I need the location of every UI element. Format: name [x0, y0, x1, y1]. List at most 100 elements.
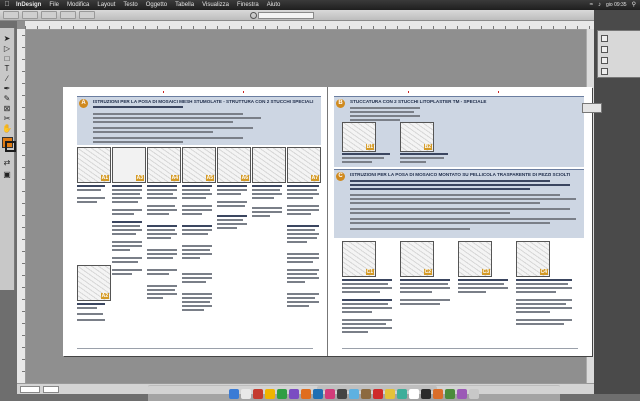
dock-app-icon[interactable] — [277, 388, 287, 399]
text-line — [112, 221, 142, 223]
dock-app-icon[interactable] — [289, 388, 299, 399]
dock-app-icon[interactable] — [397, 388, 407, 399]
wifi-icon[interactable]: ≈ — [590, 0, 593, 10]
horizontal-ruler[interactable] — [25, 21, 594, 30]
panel-row[interactable] — [601, 34, 638, 43]
figure-c3[interactable]: C3 — [458, 241, 492, 277]
pencil-tool-icon[interactable]: ✎ — [2, 94, 12, 104]
volume-icon[interactable]: ♪ — [598, 0, 601, 10]
dock-app-icon[interactable] — [373, 388, 383, 399]
menu-edit[interactable]: Modifica — [67, 0, 89, 10]
stroke-swatch[interactable] — [5, 141, 16, 152]
dock-app-icon[interactable] — [313, 388, 323, 399]
left-page[interactable]: A ISTRUZIONI PER LA POSA DI MOSAICI MESH… — [63, 87, 327, 356]
dock-app-icon[interactable] — [385, 388, 395, 399]
rectangle-frame-tool-icon[interactable]: ⊠ — [2, 104, 12, 114]
clock[interactable]: gio 09:35 — [606, 0, 627, 10]
line-tool-icon[interactable]: ∕ — [2, 74, 12, 84]
menu-file[interactable]: File — [49, 0, 59, 10]
panel-row[interactable] — [601, 45, 638, 54]
direct-selection-tool-icon[interactable]: ▷ — [2, 44, 12, 54]
figure-c4[interactable]: C4 — [516, 241, 550, 277]
figure-c2[interactable]: C2 — [400, 241, 434, 277]
pen-tool-icon[interactable]: ✒ — [2, 84, 12, 94]
vertical-ruler[interactable] — [17, 29, 26, 384]
page-field[interactable] — [43, 386, 59, 393]
text-line — [342, 287, 392, 289]
dock-app-icon[interactable] — [421, 388, 431, 399]
floating-panel[interactable] — [597, 30, 640, 78]
dock-app-icon[interactable] — [349, 388, 359, 399]
control-chip-3[interactable] — [41, 11, 57, 19]
text-line — [350, 222, 550, 224]
dock-app-icon[interactable] — [325, 388, 335, 399]
preview-mode-icon[interactable]: ▣ — [2, 170, 12, 180]
trash-icon[interactable] — [469, 388, 479, 399]
menu-view[interactable]: Visualizza — [202, 0, 229, 10]
dock-app-icon[interactable] — [253, 388, 263, 399]
text-line — [112, 213, 134, 215]
figure-b2[interactable]: B2 — [400, 122, 434, 152]
document-search-field[interactable] — [258, 12, 314, 19]
dock-app-icon[interactable] — [265, 388, 275, 399]
text-line — [516, 311, 550, 313]
control-chip-5[interactable] — [79, 11, 95, 19]
text-line — [516, 279, 572, 281]
figure-a2-top[interactable]: A3 — [112, 147, 146, 183]
figure-a1[interactable]: A1 — [77, 147, 111, 183]
scissors-tool-icon[interactable]: ✂ — [2, 114, 12, 124]
hand-tool-icon[interactable]: ✋ — [2, 124, 12, 134]
control-chip-2[interactable] — [22, 11, 38, 19]
zoom-level-field[interactable] — [20, 386, 40, 393]
text-line — [252, 189, 280, 191]
type-tool-icon[interactable]: T — [2, 64, 12, 74]
text-line — [458, 291, 486, 293]
figure-b1[interactable]: B1 — [342, 122, 376, 152]
menu-object[interactable]: Oggetto — [146, 0, 167, 10]
menu-table[interactable]: Tabella — [175, 0, 194, 10]
figure-a7[interactable]: A7 — [287, 147, 321, 183]
apple-menu-icon[interactable]:  — [3, 0, 11, 10]
dock-app-icon[interactable] — [457, 388, 467, 399]
dock-app-icon[interactable] — [229, 388, 239, 399]
figure-a4[interactable]: A5 — [182, 147, 216, 183]
dock-app-icon[interactable] — [361, 388, 371, 399]
dock-app-icon[interactable] — [445, 388, 455, 399]
control-chip-1[interactable] — [3, 11, 19, 19]
text-line — [287, 257, 319, 259]
panel-row[interactable] — [601, 56, 638, 65]
dock-app-icon[interactable] — [301, 388, 311, 399]
figure-a2[interactable]: A2 — [77, 265, 111, 301]
dock-app-icon[interactable] — [241, 388, 251, 399]
spotlight-icon[interactable]: ⚲ — [632, 0, 636, 10]
text-line — [182, 305, 212, 307]
menu-help[interactable]: Aiuto — [267, 0, 281, 10]
selection-tool-icon[interactable]: ➤ — [2, 34, 12, 44]
small-floating-panel[interactable] — [582, 103, 602, 113]
control-chip-4[interactable] — [60, 11, 76, 19]
search-icon[interactable] — [250, 12, 257, 19]
text-line — [217, 215, 247, 217]
panel-row[interactable] — [601, 67, 638, 76]
right-page[interactable]: B STUCCATURA CON 2 STUCCHI LITOPLASTER T… — [328, 87, 592, 356]
menu-layout[interactable]: Layout — [97, 0, 115, 10]
figure-c1[interactable]: C1 — [342, 241, 376, 277]
text-line — [350, 194, 560, 196]
menu-type[interactable]: Testo — [123, 0, 137, 10]
dock-app-icon[interactable] — [409, 388, 419, 399]
figure-a3[interactable]: A4 — [147, 147, 181, 183]
page-tool-icon[interactable]: □ — [2, 54, 12, 64]
text-line — [147, 289, 175, 291]
figure-a5[interactable]: A6 — [217, 147, 251, 183]
dock-app-icon[interactable] — [433, 388, 443, 399]
menu-window[interactable]: Finestra — [237, 0, 259, 10]
text-line — [182, 273, 212, 275]
text-line — [287, 197, 313, 199]
text-line — [342, 303, 388, 305]
document-spread[interactable]: A ISTRUZIONI PER LA POSA DI MOSAICI MESH… — [63, 87, 592, 356]
figure-a6[interactable] — [252, 147, 286, 183]
text-line — [93, 117, 261, 119]
swap-colors-icon[interactable]: ⇄ — [2, 158, 12, 168]
dock-app-icon[interactable] — [337, 388, 347, 399]
menu-app[interactable]: InDesign — [16, 0, 41, 10]
